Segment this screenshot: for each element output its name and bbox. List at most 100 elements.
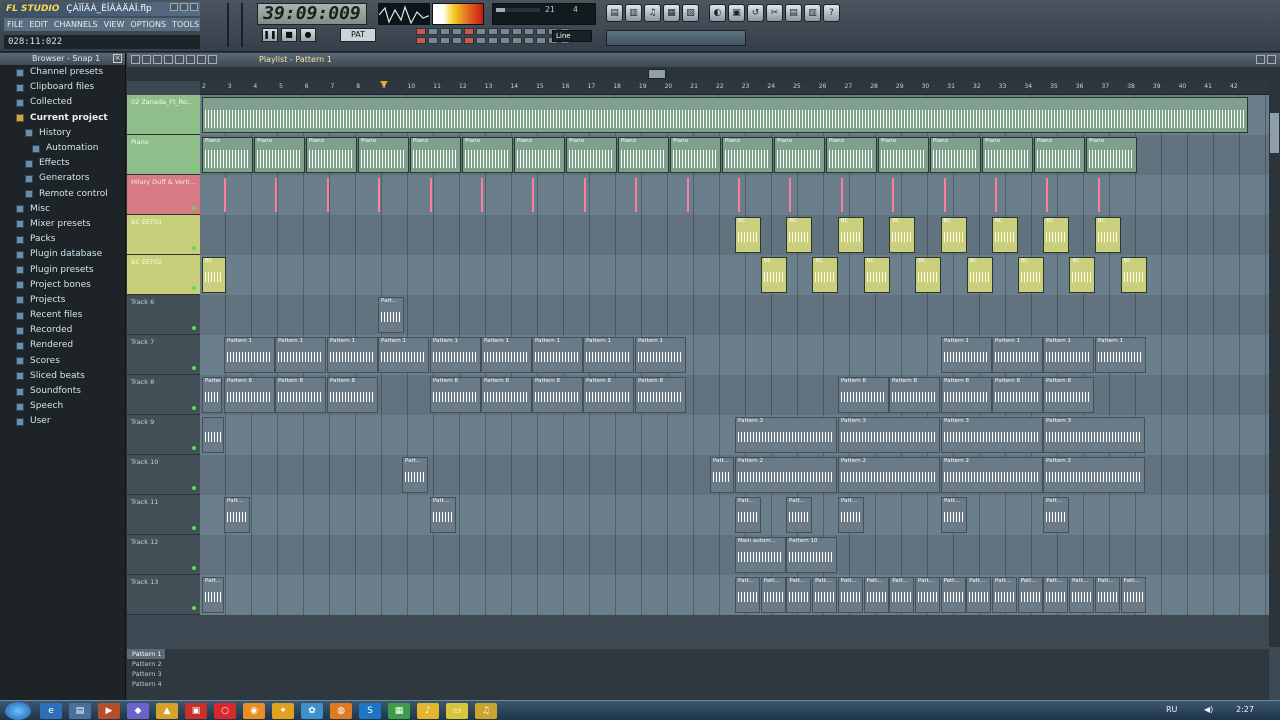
tool-button[interactable] (524, 28, 534, 35)
playlist-clip[interactable]: Patt... (812, 577, 838, 613)
playlist-clip[interactable]: Patt... (710, 457, 734, 493)
track-header[interactable]: Track 11 (127, 495, 200, 535)
playlist-clip[interactable]: Pattern 8 (481, 377, 532, 413)
playlist-clip[interactable]: Pattern 3 (735, 417, 837, 453)
drum-hit-marker[interactable] (1097, 178, 1100, 212)
track-header[interactable]: Hilary Duff & Verti... (127, 175, 200, 215)
menu-item-file[interactable]: FILE (7, 18, 23, 31)
language-indicator[interactable]: RU (1166, 705, 1177, 714)
playlist-clip[interactable]: Pattern 1 (1095, 337, 1146, 373)
playlist-clip[interactable]: Patt... (224, 497, 250, 533)
playlist-clip[interactable]: Main autom... (735, 537, 786, 573)
playlist-clip[interactable]: Patt... (889, 577, 915, 613)
playlist-clip[interactable]: Piano (514, 137, 565, 173)
browser-item-project-bones[interactable]: Project bones (0, 278, 125, 293)
pdf-icon[interactable]: ▣ (185, 703, 207, 719)
zoom-tool-icon[interactable] (208, 55, 217, 64)
tool-button[interactable] (500, 37, 510, 44)
app-icon[interactable]: ◆ (127, 703, 149, 719)
record-button[interactable]: ● (300, 28, 316, 42)
tool-button[interactable] (476, 37, 486, 44)
snap-selector[interactable]: Line (552, 30, 592, 42)
mute-led-icon[interactable] (192, 446, 196, 450)
app-icon-6[interactable]: ♫ (475, 703, 497, 719)
playlist-clip[interactable]: BC (1094, 217, 1121, 253)
app-icon-3[interactable]: ✦ (272, 703, 294, 719)
track-header[interactable]: Piano (127, 135, 200, 175)
browser-item-projects[interactable]: Projects (0, 293, 125, 308)
mute-led-icon[interactable] (192, 166, 196, 170)
playlist-clip[interactable]: Patt... (202, 577, 224, 613)
tool-button[interactable] (428, 37, 438, 44)
track-header[interactable]: Track 12 (127, 535, 200, 575)
playlist-clip[interactable]: Pattern 1 (430, 337, 481, 373)
playlist-clip[interactable]: Patt... (863, 577, 889, 613)
help-button[interactable]: ? (823, 4, 840, 22)
playlist-clip[interactable]: Patt... (430, 497, 456, 533)
pencil-tool-icon[interactable] (131, 55, 140, 64)
playlist-clip[interactable]: Pattern 2 (941, 457, 1043, 493)
mute-tool-icon[interactable] (164, 55, 173, 64)
mute-led-icon[interactable] (192, 566, 196, 570)
close-icon[interactable]: × (113, 54, 122, 63)
playlist-clip[interactable]: Patt... (1094, 577, 1120, 613)
track-header[interactable]: Track 8 (127, 375, 200, 415)
playlist-clip[interactable]: Pattern 1 (532, 337, 583, 373)
playlist-clip[interactable]: Pattern 2 (838, 457, 940, 493)
playlist-clip[interactable]: BC (940, 217, 967, 253)
playlist-clip[interactable]: Pattern 8 (992, 377, 1043, 413)
playlist-clip[interactable]: Patt... (1017, 577, 1043, 613)
playlist-clip[interactable]: BC (1120, 257, 1147, 293)
folder-icon[interactable]: ▭ (446, 703, 468, 719)
pattern-song-mode-toggle[interactable]: PAT (340, 28, 376, 42)
playlist-clip[interactable]: Piano (982, 137, 1033, 173)
browser-item-channel-presets[interactable]: Channel presets (0, 65, 125, 80)
mute-led-icon[interactable] (192, 606, 196, 610)
browser-item-history[interactable]: History (0, 126, 125, 141)
playlist-clip[interactable]: Patt... (1043, 497, 1069, 533)
playlist-clip[interactable]: Piano (462, 137, 513, 173)
drum-hit-marker[interactable] (840, 178, 843, 212)
playlist-window-button[interactable]: ▤ (606, 4, 623, 22)
save-button[interactable]: ▥ (804, 4, 821, 22)
playlist-clip[interactable]: BC (863, 257, 890, 293)
browser-item-remote-control[interactable]: Remote control (0, 187, 125, 202)
timeline-ruler[interactable]: 2 3 4 5 6 7 8 9 10 11 12 13 14 15 16 17 18 19 20 21 22 23 24 25… (200, 81, 1269, 95)
playlist-clip[interactable]: BC (837, 217, 864, 253)
drum-hit-marker[interactable] (892, 178, 895, 212)
playlist-clip[interactable]: Pattern 1 (481, 337, 532, 373)
tool-button[interactable] (416, 28, 426, 35)
slice-tool-icon[interactable] (186, 55, 195, 64)
drum-hit-marker[interactable] (583, 178, 586, 212)
playlist-clip[interactable] (202, 97, 1248, 133)
browser-item-plugin-presets[interactable]: Plugin presets (0, 262, 125, 277)
playlist-clip[interactable]: Patt... (378, 297, 404, 333)
track-header[interactable]: BC EEF01 (127, 215, 200, 255)
playlist-clip[interactable]: Piano (670, 137, 721, 173)
track-header[interactable]: Track 7 (127, 335, 200, 375)
playlist-clip[interactable]: Pattern 2 (1043, 457, 1145, 493)
menu-item-view[interactable]: VIEW (104, 18, 125, 31)
playlist-clip[interactable]: Pattern 1 (992, 337, 1043, 373)
mute-led-icon[interactable] (192, 486, 196, 490)
playlist-clip[interactable]: Pattern 3 (941, 417, 1043, 453)
tool-button[interactable] (536, 37, 546, 44)
step-sequencer-button[interactable]: ▥ (625, 4, 642, 22)
browser-item-plugin-database[interactable]: Plugin database (0, 247, 125, 262)
playlist-clip[interactable]: Piano (358, 137, 409, 173)
playlist-clip[interactable]: Pattern 1 (583, 337, 634, 373)
playlist-clip[interactable]: Pattern 1 (378, 337, 429, 373)
playlist-clip[interactable]: BC (761, 257, 787, 293)
browser-item-current-project[interactable]: Current project (0, 111, 125, 126)
playlist-clip[interactable]: Patt... (837, 577, 863, 613)
horizontal-scrollbar[interactable] (127, 67, 1269, 81)
pattern-list-item[interactable]: Pattern 3 (127, 669, 1269, 679)
system-clock[interactable]: 2:27 (1236, 705, 1254, 714)
playlist-clip[interactable]: Pattern 3 (1043, 417, 1145, 453)
tool-button[interactable] (416, 37, 426, 44)
song-time-display[interactable]: 39:09:009 (257, 3, 367, 25)
playlist-clip[interactable]: Piano (410, 137, 461, 173)
browser-item-scores[interactable]: Scores (0, 354, 125, 369)
track-header[interactable]: Track 6 (127, 295, 200, 335)
playlist-clip[interactable]: Piano (774, 137, 825, 173)
